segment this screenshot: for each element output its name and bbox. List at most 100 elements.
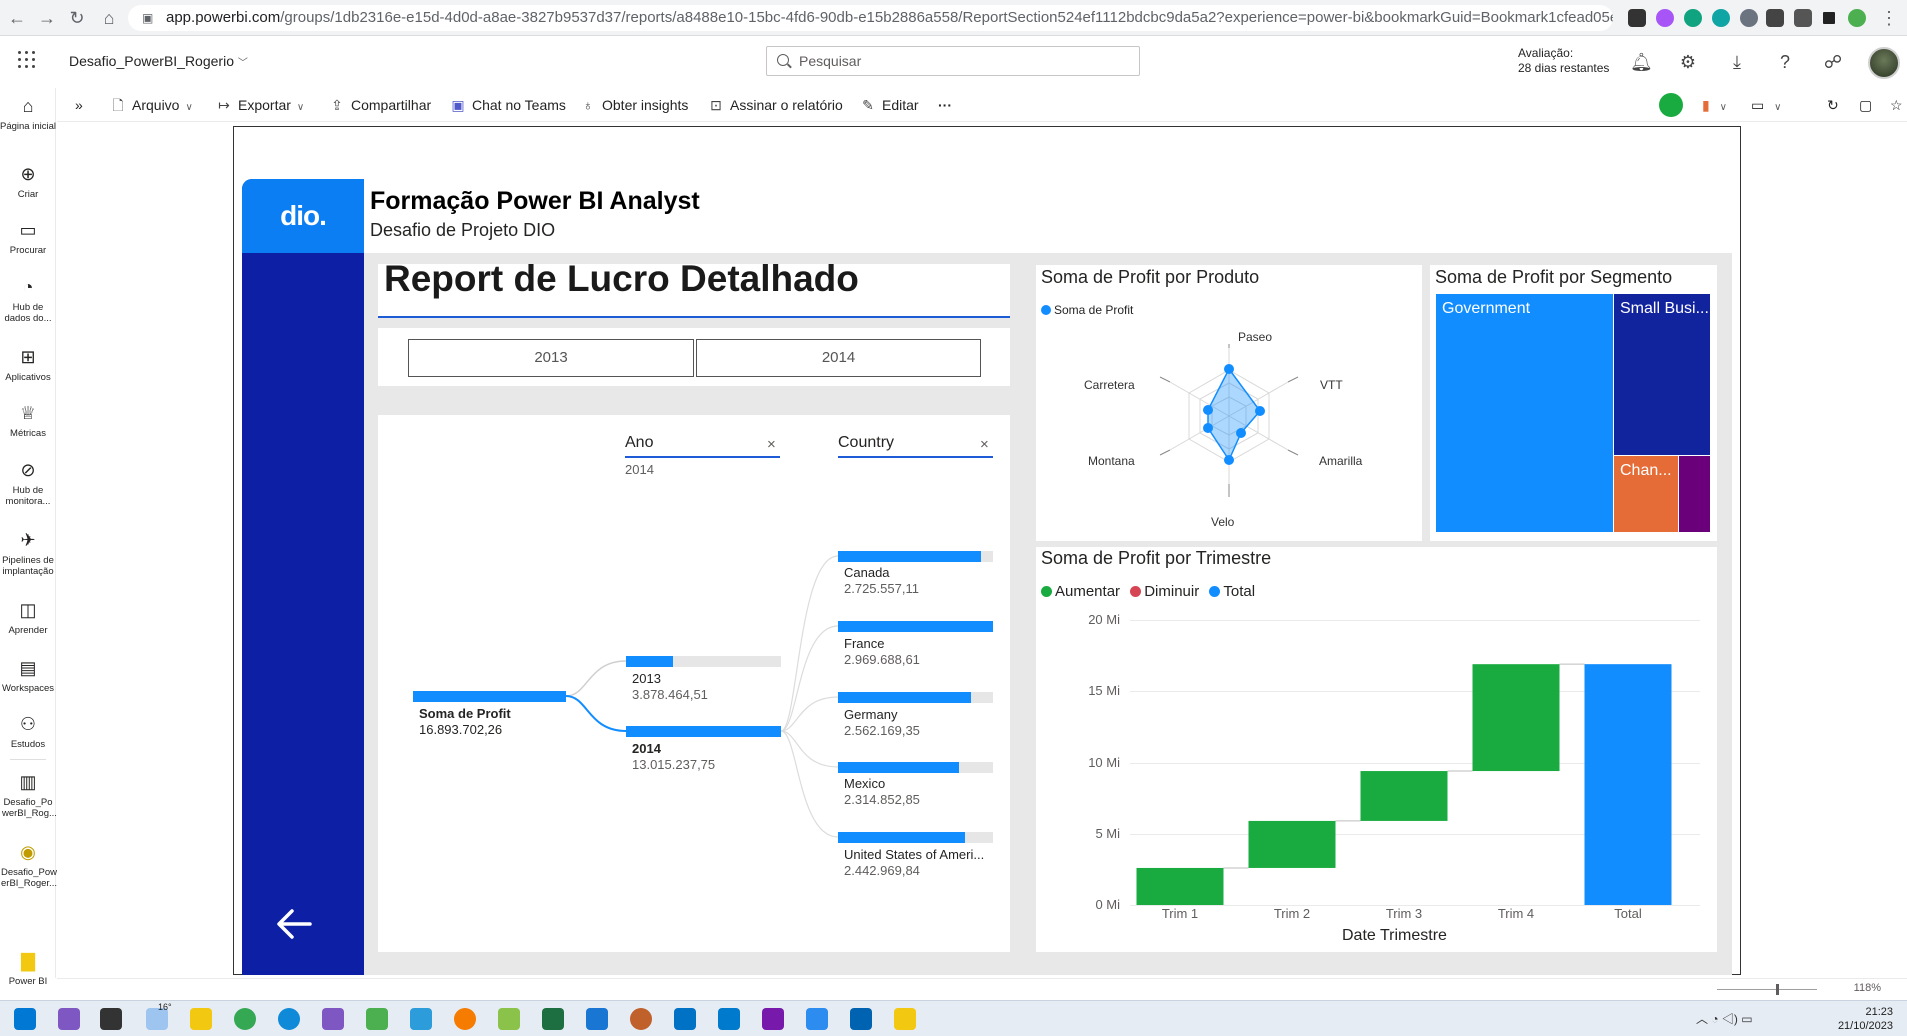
- edge-icon[interactable]: [278, 1008, 300, 1030]
- radar-point[interactable]: [1224, 455, 1234, 465]
- treemap-segment-small-business[interactable]: Small Busi...: [1613, 293, 1711, 456]
- copilot-taskbar-icon[interactable]: [58, 1008, 80, 1030]
- app-icon[interactable]: [498, 1008, 520, 1030]
- waterfall-bar[interactable]: [1136, 867, 1224, 905]
- reload-icon[interactable]: ↻: [66, 7, 88, 29]
- visual-studio-icon[interactable]: [322, 1008, 344, 1030]
- legend-item-increase[interactable]: Aumentar: [1041, 583, 1120, 600]
- forward-icon[interactable]: →: [36, 7, 58, 29]
- back-arrow-icon[interactable]: [272, 902, 316, 946]
- browser-menu-icon[interactable]: ⋮: [1878, 7, 1900, 29]
- outlook-icon[interactable]: [674, 1008, 696, 1030]
- system-tray-icons[interactable]: ︿ ◔ ◁) ▭: [1696, 1010, 1753, 1027]
- waterfall-bar[interactable]: [1584, 664, 1672, 905]
- vscode-icon[interactable]: [718, 1008, 740, 1030]
- expand-pane-icon[interactable]: »: [75, 96, 83, 114]
- app-icon[interactable]: [410, 1008, 432, 1030]
- avatar[interactable]: [1868, 47, 1900, 79]
- extension-gray-icon[interactable]: [1740, 9, 1758, 27]
- treemap-segment-government[interactable]: Government: [1435, 293, 1615, 533]
- teams-chat-button[interactable]: ▣ Chat no Teams: [449, 96, 566, 114]
- nav-data-hub[interactable]: ◔ Hub de dados do...: [0, 276, 56, 324]
- copilot-icon[interactable]: [1659, 93, 1683, 117]
- bookmark-icon[interactable]: ▮ ∨: [1702, 96, 1727, 117]
- legend-item-total[interactable]: Total: [1209, 583, 1255, 600]
- insights-button[interactable]: ♁ Obter insights: [579, 96, 689, 114]
- app-icon[interactable]: [454, 1008, 476, 1030]
- app-icon[interactable]: [366, 1008, 388, 1030]
- file-explorer-icon[interactable]: [190, 1008, 212, 1030]
- music-icon[interactable]: [806, 1008, 828, 1030]
- windows-start-icon[interactable]: [14, 1008, 36, 1030]
- help-icon[interactable]: ?: [1774, 51, 1796, 73]
- nav-home[interactable]: ⌂ Página inicial: [0, 95, 56, 132]
- side-panel-icon[interactable]: [1820, 9, 1838, 27]
- radar-point[interactable]: [1236, 428, 1246, 438]
- taskbar-clock[interactable]: 21:23 21/10/2023: [1838, 1005, 1893, 1033]
- search-input[interactable]: Pesquisar: [766, 46, 1140, 76]
- nav-current-report[interactable]: ▥ Desafio_Po werBI_Rog...: [0, 771, 57, 819]
- year-slicer-2013[interactable]: 2013: [408, 339, 694, 377]
- nav-apps[interactable]: ⊞ Aplicativos: [0, 346, 56, 383]
- workspace-breadcrumb[interactable]: Desafio_PowerBI_Rogerio ﹀: [69, 53, 248, 69]
- dt-country-bar[interactable]: [838, 621, 993, 632]
- nav-monitoring[interactable]: ⊘ Hub de monitora...: [0, 459, 56, 507]
- address-bar[interactable]: ▣ app.powerbi.com/groups/1db2316e-e15d-4…: [128, 5, 1613, 31]
- radar-point[interactable]: [1255, 406, 1265, 416]
- app-icon[interactable]: [630, 1008, 652, 1030]
- refresh-icon[interactable]: ↻: [1827, 96, 1839, 114]
- excel-icon[interactable]: [542, 1008, 564, 1030]
- waterfall-bar[interactable]: [1472, 664, 1560, 772]
- year-slicer-2014[interactable]: 2014: [696, 339, 981, 377]
- extensions-puzzle-icon[interactable]: [1766, 9, 1784, 27]
- zoom-slider-thumb[interactable]: [1776, 984, 1779, 995]
- comment-icon[interactable]: ▢: [1859, 96, 1872, 114]
- dt-country-bar[interactable]: [838, 692, 971, 703]
- extension-teal-icon[interactable]: [1712, 9, 1730, 27]
- file-menu[interactable]: 🗋︎ Arquivo ∨: [109, 96, 192, 117]
- radar-point[interactable]: [1203, 405, 1213, 415]
- nav-learn[interactable]: ◫ Aprender: [0, 599, 56, 636]
- settings-icon[interactable]: ⚙: [1677, 51, 1699, 73]
- feedback-icon[interactable]: ☍: [1822, 51, 1844, 73]
- app-launcher-icon[interactable]: [18, 51, 38, 71]
- extension-openai-icon[interactable]: [1684, 9, 1702, 27]
- zoom-slider[interactable]: [1717, 989, 1817, 990]
- reading-list-icon[interactable]: [1794, 9, 1812, 27]
- dt-year-bar[interactable]: [626, 726, 781, 737]
- nav-estudos[interactable]: ⚇ Estudos: [0, 713, 56, 750]
- download-icon[interactable]: ⤓: [1726, 51, 1748, 73]
- extension-c-icon[interactable]: [1656, 9, 1674, 27]
- site-info-icon[interactable]: ▣: [142, 5, 153, 31]
- nav-browse[interactable]: ▭ Procurar: [0, 219, 56, 256]
- back-icon[interactable]: ←: [6, 7, 28, 29]
- export-menu[interactable]: ↦ Exportar ∨: [215, 96, 304, 117]
- nav-metrics[interactable]: ♕ Métricas: [0, 402, 56, 439]
- legend-item-decrease[interactable]: Diminuir: [1130, 583, 1199, 600]
- subscribe-button[interactable]: ⊡ Assinar o relatório: [707, 96, 843, 114]
- radar-point[interactable]: [1224, 364, 1234, 374]
- radar-point[interactable]: [1203, 423, 1213, 433]
- zoom-level[interactable]: 118%: [1854, 982, 1881, 994]
- waterfall-chart[interactable]: [1130, 600, 1710, 910]
- view-icon[interactable]: ▭ ∨: [1751, 96, 1781, 117]
- nav-create[interactable]: ⊕ Criar: [0, 163, 56, 200]
- favorite-icon[interactable]: ☆: [1890, 96, 1903, 114]
- waterfall-bar[interactable]: [1248, 820, 1336, 868]
- treemap-segment-channel[interactable]: Chan...: [1613, 455, 1679, 533]
- chrome-icon[interactable]: [234, 1008, 256, 1030]
- share-button[interactable]: ⇪ Compartilhar: [328, 96, 431, 114]
- edit-button[interactable]: ✎ Editar: [859, 96, 918, 114]
- waterfall-bar[interactable]: [1360, 771, 1448, 821]
- notifications-icon[interactable]: 🔔︎: [1630, 51, 1653, 73]
- dt-country-bar[interactable]: [838, 551, 981, 562]
- dt-country-bar[interactable]: [838, 762, 959, 773]
- extension-pen-icon[interactable]: [1628, 9, 1646, 27]
- nav-current-dataset[interactable]: ◉ Desafio_Pow erBI_Roger...: [0, 841, 57, 889]
- nav-pipelines[interactable]: ✈ Pipelines de implantação: [0, 529, 56, 577]
- radar-chart[interactable]: Paseo VTT Amarilla Velo Montana Carreter…: [1036, 265, 1422, 541]
- media-icon[interactable]: [586, 1008, 608, 1030]
- task-view-icon[interactable]: [100, 1008, 122, 1030]
- treemap-segment-other[interactable]: [1678, 455, 1711, 533]
- nav-workspaces[interactable]: ▤ Workspaces: [0, 657, 56, 694]
